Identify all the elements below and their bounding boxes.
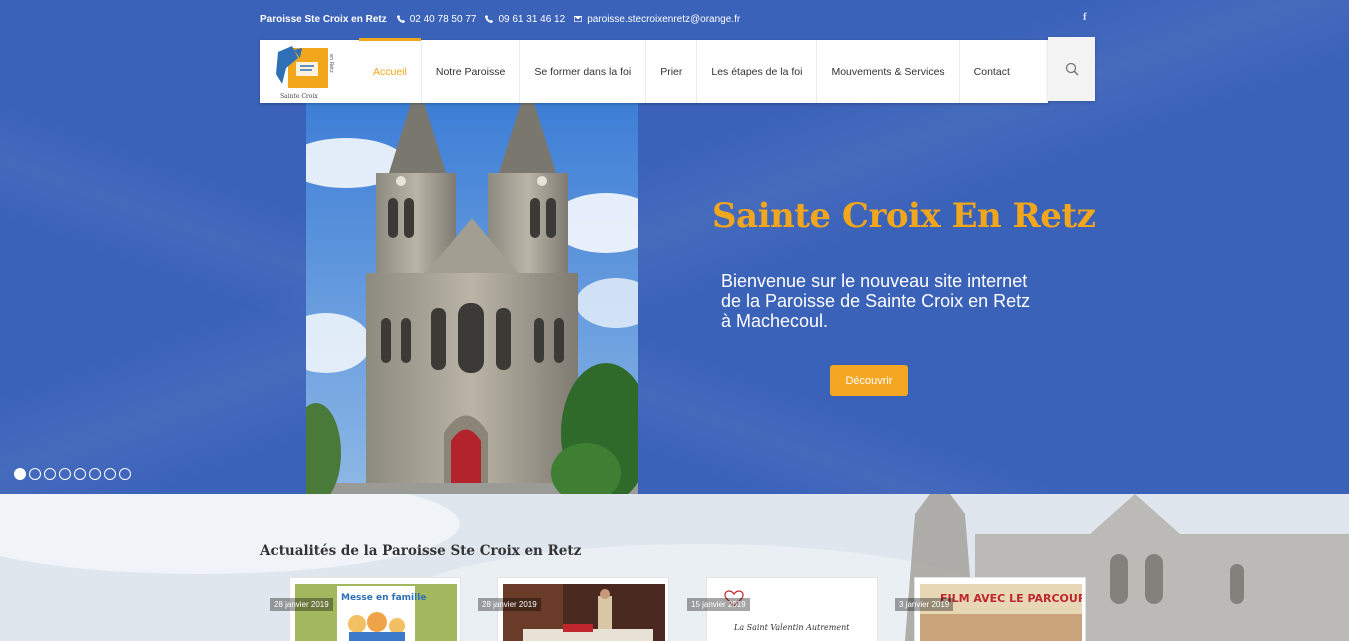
news-card-date: 15 janvier 2019 [687, 598, 750, 611]
news-card-date: 28 janvier 2019 [478, 598, 541, 611]
search-icon [1065, 62, 1079, 76]
nav-menu: Accueil Notre Paroisse Se former dans la… [359, 38, 1024, 103]
svg-text:en Retz: en Retz [328, 54, 334, 73]
news-card[interactable]: 28 janvier 2019 [478, 577, 669, 641]
news-background-image [0, 494, 1349, 641]
news-section: Actualités de la Paroisse Ste Croix en R… [0, 494, 1349, 641]
facebook-icon[interactable]: f [1083, 11, 1087, 23]
news-card-image-text: La Saint Valentin Autrement [733, 623, 850, 632]
hero-title: Sainte Croix En Retz [712, 196, 1096, 236]
phone-1-text: 02 40 78 50 77 [409, 13, 477, 25]
phone-1[interactable]: 02 40 78 50 77 [396, 13, 477, 25]
logo-text: Sainte Croix [280, 93, 318, 100]
nav-item-mouvements-services[interactable]: Mouvements & Services [817, 40, 960, 103]
news-card-date: 28 janvier 2019 [270, 598, 333, 611]
phone-icon [485, 15, 494, 23]
slider-dot[interactable] [119, 468, 131, 480]
slider-dot[interactable] [14, 468, 26, 480]
slider-dot[interactable] [44, 468, 56, 480]
slider-dot[interactable] [59, 468, 71, 480]
news-section-title: Actualités de la Paroisse Ste Croix en R… [260, 543, 582, 559]
nav-item-se-former[interactable]: Se former dans la foi [520, 40, 647, 103]
slider-dot[interactable] [104, 468, 116, 480]
nav-item-accueil[interactable]: Accueil [359, 38, 422, 103]
site-name: Paroisse Ste Croix en Retz [260, 13, 387, 25]
search-button[interactable] [1048, 37, 1095, 101]
news-card-image-text: Messe en famille [341, 593, 426, 603]
hero-welcome-text: Bienvenue sur le nouveau site internet d… [721, 271, 1031, 331]
news-card-date: 3 janvier 2019 [895, 598, 954, 611]
news-card-image: Messe en famille [295, 584, 457, 641]
envelope-icon [574, 16, 583, 22]
slider-dot[interactable] [29, 468, 41, 480]
news-card-image-text: FILM AVEC LE PARCOURS ALP [940, 592, 1082, 605]
slider-dot[interactable] [74, 468, 86, 480]
nav-item-notre-paroisse[interactable]: Notre Paroisse [422, 40, 521, 103]
nav-item-prier[interactable]: Prier [646, 40, 698, 103]
email-text: paroisse.stecroixenretz@orange.fr [587, 13, 741, 25]
church-photo [306, 103, 638, 494]
news-card[interactable]: La Saint Valentin Autrement 15 janvier 2… [687, 577, 878, 641]
news-card-image: La Saint Valentin Autrement [712, 584, 874, 641]
news-card-image [503, 584, 665, 641]
news-card-image: FILM AVEC LE PARCOURS ALP [920, 584, 1082, 641]
top-contact-bar: Paroisse Ste Croix en Retz 02 40 78 50 7… [260, 12, 749, 26]
parish-logo[interactable]: en Retz Sainte Croix [274, 44, 340, 100]
main-navigation: en Retz Sainte Croix Accueil Notre Paroi… [260, 38, 1048, 103]
phone-2-text: 09 61 31 46 12 [498, 13, 566, 25]
slider-dot[interactable] [89, 468, 101, 480]
church-illustration [306, 103, 638, 494]
email-link[interactable]: paroisse.stecroixenretz@orange.fr [574, 14, 740, 25]
phone-2[interactable]: 09 61 31 46 12 [485, 14, 565, 25]
nav-item-etapes-de-la-foi[interactable]: Les étapes de la foi [697, 40, 818, 103]
slider-pagination [14, 468, 131, 480]
news-card[interactable]: FILM AVEC LE PARCOURS ALP 3 janvier 2019 [895, 577, 1086, 641]
discover-button[interactable]: Découvrir [830, 365, 908, 396]
news-card[interactable]: Messe en famille 28 janvier 2019 [270, 577, 461, 641]
nav-item-contact[interactable]: Contact [960, 40, 1024, 103]
phone-icon [396, 15, 405, 23]
